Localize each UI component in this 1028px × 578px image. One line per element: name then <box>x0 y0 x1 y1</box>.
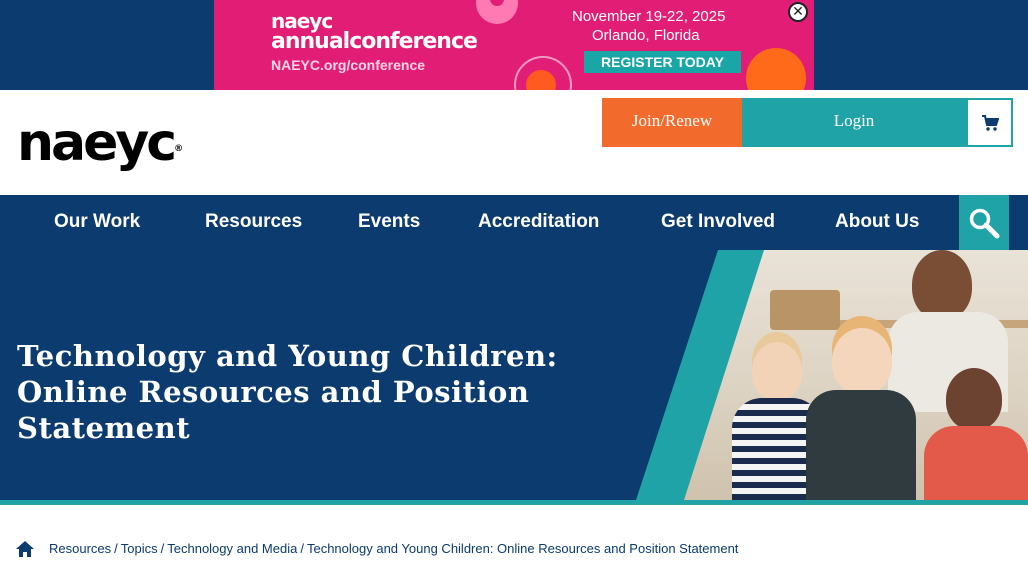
decorative-circle <box>476 0 518 24</box>
search-icon <box>969 208 1000 239</box>
register-today-button[interactable]: REGISTER TODAY <box>584 51 741 73</box>
ad-band: naeyc annualconference NAEYC.org/confere… <box>0 0 1028 90</box>
shopping-cart-icon <box>982 115 999 131</box>
login-button[interactable]: Login <box>742 98 966 147</box>
breadcrumb-separator: / <box>300 541 304 556</box>
nav-item-resources[interactable]: Resources <box>205 195 302 250</box>
nav-item-get-involved[interactable]: Get Involved <box>661 195 775 250</box>
breadcrumb-current: Technology and Young Children: Online Re… <box>306 541 739 556</box>
nav-item-about-us[interactable]: About Us <box>835 195 919 250</box>
breadcrumb-separator: / <box>160 541 165 556</box>
close-icon[interactable]: ✕ <box>788 2 808 22</box>
ad-event-name: annualconference <box>271 29 478 54</box>
breadcrumb-item-topics[interactable]: Topics <box>121 541 158 556</box>
decorative-circle <box>746 48 806 90</box>
cart-button[interactable] <box>966 98 1013 147</box>
nav-item-accreditation[interactable]: Accreditation <box>478 195 599 250</box>
join-renew-button[interactable]: Join/Renew <box>602 98 742 147</box>
breadcrumb-separator: / <box>114 541 118 556</box>
breadcrumb-item-technology-and-media[interactable]: Technology and Media <box>167 541 297 556</box>
home-icon[interactable] <box>15 539 35 559</box>
breadcrumb-item-resources[interactable]: Resources <box>49 541 111 556</box>
decorative-circle <box>514 56 572 90</box>
hero-divider <box>0 500 1028 505</box>
search-button[interactable] <box>959 195 1009 250</box>
nav-item-events[interactable]: Events <box>358 195 420 250</box>
breadcrumb-trail: Resources / Topics / Technology and Media / Te… <box>49 538 738 560</box>
conference-ad-banner[interactable]: naeyc annualconference NAEYC.org/confere… <box>214 0 814 90</box>
hero-banner: Technology and Young Children: Online Re… <box>0 250 1028 500</box>
page-title: Technology and Young Children: Online Re… <box>17 339 558 445</box>
nav-item-our-work[interactable]: Our Work <box>54 195 140 250</box>
main-nav: Our Work Resources Events Accreditation … <box>0 195 1028 250</box>
ad-location: Orlando, Florida <box>592 27 700 44</box>
ad-date: November 19-22, 2025 <box>572 8 726 25</box>
site-header: naeyc® Join/Renew Login <box>0 90 1028 195</box>
site-logo[interactable]: naeyc® <box>17 116 183 170</box>
ad-url: NAEYC.org/conference <box>271 57 426 73</box>
